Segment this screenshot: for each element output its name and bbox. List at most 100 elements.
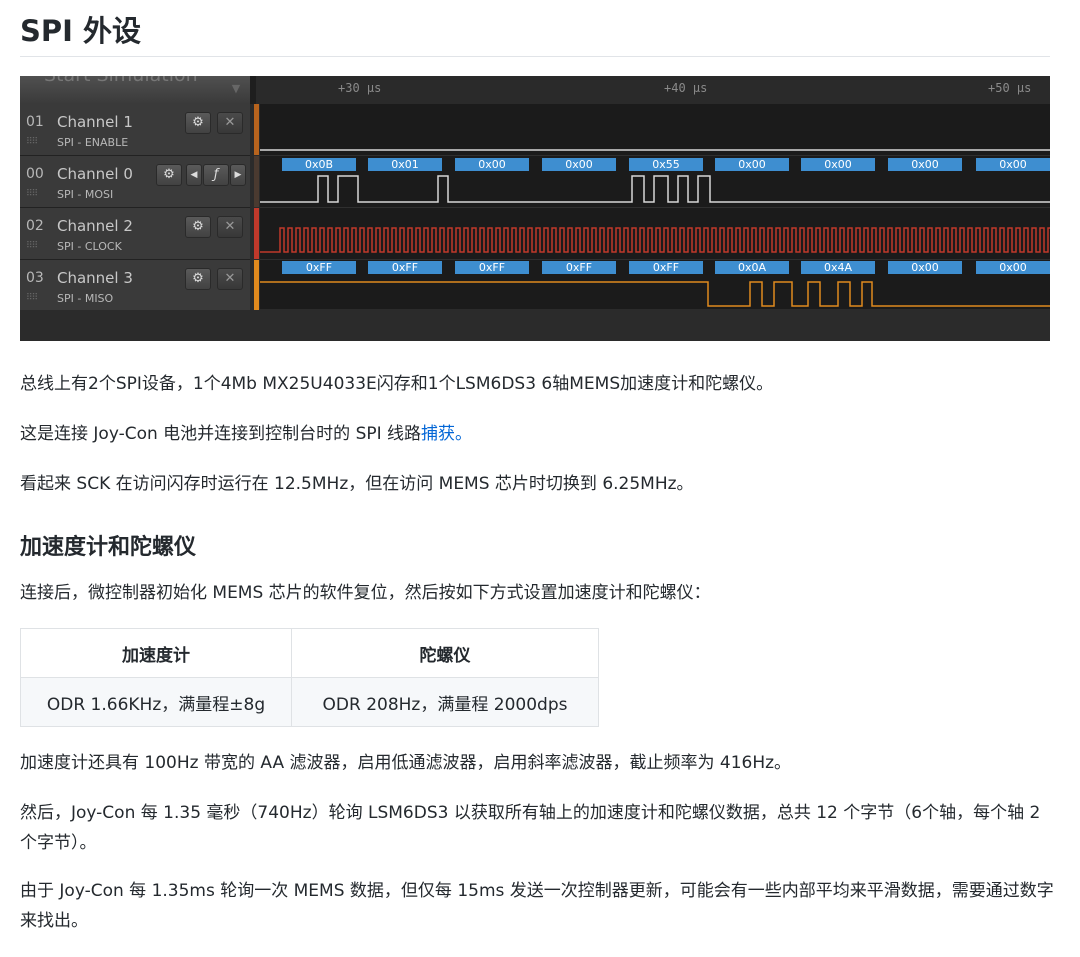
chevron-right-icon[interactable]: ▶: [230, 164, 246, 186]
channel-color-bar: [254, 156, 259, 207]
channel-name: Channel 3: [57, 269, 133, 287]
miso-byte-text: 0x00: [999, 261, 1027, 274]
miso-byte-text: 0xFF: [392, 261, 418, 274]
time-marker: +50 µs: [988, 81, 1032, 95]
channel-number: 00: [26, 166, 44, 182]
mosi-byte-label: 0x0B: [282, 158, 356, 171]
channel-sub-label: SPI - ENABLE: [57, 136, 129, 149]
mosi-byte-text: 0x00: [738, 158, 766, 171]
miso-byte-label: 0xFF: [455, 261, 529, 274]
mosi-byte-label: 0x01: [368, 158, 442, 171]
gear-icon[interactable]: ⚙: [156, 164, 182, 186]
miso-byte-text: 0x4A: [824, 261, 853, 274]
miso-byte-text: 0xFF: [653, 261, 679, 274]
drag-handle-icon[interactable]: ⠿⠿: [26, 293, 38, 303]
gear-icon[interactable]: ⚙: [185, 216, 211, 238]
mosi-byte-label: 0x00: [888, 158, 962, 171]
timeline-footer: [20, 310, 1050, 341]
chevron-left-icon[interactable]: ◀: [186, 164, 202, 186]
title-divider: [20, 56, 1050, 57]
logic-analyzer-capture: Start Simulation ▼ +30 µs +40 µs +50 µs …: [20, 76, 1050, 341]
timeline-header: Start Simulation ▼ +30 µs +40 µs +50 µs: [20, 76, 1050, 104]
capture-link[interactable]: 捕获。: [421, 424, 472, 444]
mosi-byte-text: 0x01: [391, 158, 419, 171]
paragraph-devices: 总线上有2个SPI设备，1个4Mb MX25U4033E闪存和1个LSM6DS3…: [20, 374, 774, 394]
mosi-byte-label: 0x00: [542, 158, 616, 171]
mosi-byte-text: 0x00: [565, 158, 593, 171]
mosi-byte-label: 0x00: [455, 158, 529, 171]
table-header-cell: 加速度计: [20, 628, 292, 678]
page-title: SPI 外设: [20, 14, 142, 48]
channel-sub-label: SPI - MOSI: [57, 188, 114, 201]
drag-handle-icon[interactable]: ⠿⠿: [26, 189, 38, 199]
channel-number: 03: [26, 270, 44, 286]
waveform-canvas[interactable]: 0x0B 0x01 0x00 0x00 0x55 0x00 0x00 0x00 0x00 0xF…: [260, 104, 1050, 309]
mosi-byte-text: 0x00: [911, 158, 939, 171]
close-icon[interactable]: ✕: [217, 112, 243, 134]
table-header-cell: 陀螺仪: [291, 628, 599, 678]
gear-icon[interactable]: ⚙: [185, 112, 211, 134]
paragraph-averaging: 由于 Joy-Con 每 1.35ms 轮询一次 MEMS 数据，但仅每 15m…: [20, 881, 1054, 931]
mosi-byte-text: 0x0B: [305, 158, 333, 171]
mosi-byte-text: 0x00: [824, 158, 852, 171]
paragraph-polling: 然后，Joy-Con 每 1.35 毫秒（740Hz）轮询 LSM6DS3 以获…: [20, 803, 1041, 853]
paragraph-capture-text: 这是连接 Joy-Con 电池并连接到控制台时的 SPI 线路: [20, 424, 422, 444]
channel-sub-label: SPI - MISO: [57, 292, 114, 305]
rising-edge-icon[interactable]: ƒ: [203, 164, 229, 186]
channel-number: 02: [26, 218, 44, 234]
channel-row-clock: 02 ⠿⠿ Channel 2 SPI - CLOCK ⚙ ✕: [20, 208, 250, 260]
mosi-byte-label: 0x55: [629, 158, 703, 171]
drag-handle-icon[interactable]: ⠿⠿: [26, 137, 38, 147]
channel-color-bar: [254, 104, 259, 155]
table-cell: ODR 1.66KHz，满量程±8g: [20, 677, 292, 727]
mosi-byte-text: 0x55: [652, 158, 680, 171]
mosi-byte-text: 0x00: [999, 158, 1027, 171]
drag-handle-icon[interactable]: ⠿⠿: [26, 241, 38, 251]
miso-byte-label: 0xFF: [368, 261, 442, 274]
miso-byte-text: 0x00: [911, 261, 939, 274]
page: SPI 外设 Start Simulation ▼ +30 µs +40 µs …: [0, 0, 1080, 957]
imu-config-table: 加速度计 陀螺仪 ODR 1.66KHz，满量程±8g ODR 208Hz，满量…: [20, 628, 599, 727]
time-marker: +30 µs: [338, 81, 382, 95]
paragraph-init: 连接后，微控制器初始化 MEMS 芯片的软件复位，然后按如下方式设置加速度计和陀…: [20, 583, 711, 603]
miso-byte-text: 0xFF: [566, 261, 592, 274]
channel-name: Channel 2: [57, 217, 133, 235]
miso-byte-label: 0x00: [976, 261, 1050, 274]
close-icon[interactable]: ✕: [217, 216, 243, 238]
time-marker: +40 µs: [664, 81, 708, 95]
paragraph-aa-filter: 加速度计还具有 100Hz 带宽的 AA 滤波器，启用低通滤波器，启用斜率滤波器…: [20, 753, 792, 773]
miso-byte-text: 0xFF: [306, 261, 332, 274]
channel-color-bar: [254, 260, 259, 311]
miso-byte-label: 0x00: [888, 261, 962, 274]
start-simulation-button[interactable]: Start Simulation ▼: [20, 76, 250, 104]
channel-name: Channel 1: [57, 113, 133, 131]
panel-splitter[interactable]: [250, 76, 256, 104]
channel-row-enable: 01 ⠿⠿ Channel 1 SPI - ENABLE ⚙ ✕: [20, 104, 250, 156]
miso-byte-label: 0xFF: [542, 261, 616, 274]
paragraph-capture: 这是连接 Joy-Con 电池并连接到控制台时的 SPI 线路捕获。: [20, 420, 472, 448]
channel-sub-label: SPI - CLOCK: [57, 240, 122, 253]
close-icon[interactable]: ✕: [217, 268, 243, 290]
channel-number: 01: [26, 114, 44, 130]
miso-byte-label: 0xFF: [282, 261, 356, 274]
miso-byte-label: 0xFF: [629, 261, 703, 274]
mosi-byte-label: 0x00: [976, 158, 1050, 171]
mosi-byte-label: 0x00: [715, 158, 789, 171]
miso-byte-text: 0xFF: [479, 261, 505, 274]
miso-byte-text: 0x0A: [738, 261, 767, 274]
table-cell: ODR 208Hz，满量程 2000dps: [291, 677, 599, 727]
section-heading-accel-gyro: 加速度计和陀螺仪: [20, 535, 197, 560]
chevron-down-icon[interactable]: ▼: [225, 82, 247, 98]
channel-row-mosi: 00 ⠿⠿ Channel 0 SPI - MOSI ⚙ ◀ ƒ ▶: [20, 156, 250, 208]
channel-name: Channel 0: [57, 165, 133, 183]
mosi-byte-label: 0x00: [801, 158, 875, 171]
miso-byte-label: 0x4A: [801, 261, 875, 274]
mosi-byte-text: 0x00: [478, 158, 506, 171]
channel-color-bar: [254, 208, 259, 259]
gear-icon[interactable]: ⚙: [185, 268, 211, 290]
table-row: ODR 1.66KHz，满量程±8g ODR 208Hz，满量程 2000dps: [20, 677, 599, 727]
paragraph-sck: 看起来 SCK 在访问闪存时运行在 12.5MHz，但在访问 MEMS 芯片时切…: [20, 474, 694, 494]
miso-byte-label: 0x0A: [715, 261, 789, 274]
channel-row-miso: 03 ⠿⠿ Channel 3 SPI - MISO ⚙ ✕: [20, 260, 250, 312]
start-simulation-label: Start Simulation: [44, 76, 198, 86]
